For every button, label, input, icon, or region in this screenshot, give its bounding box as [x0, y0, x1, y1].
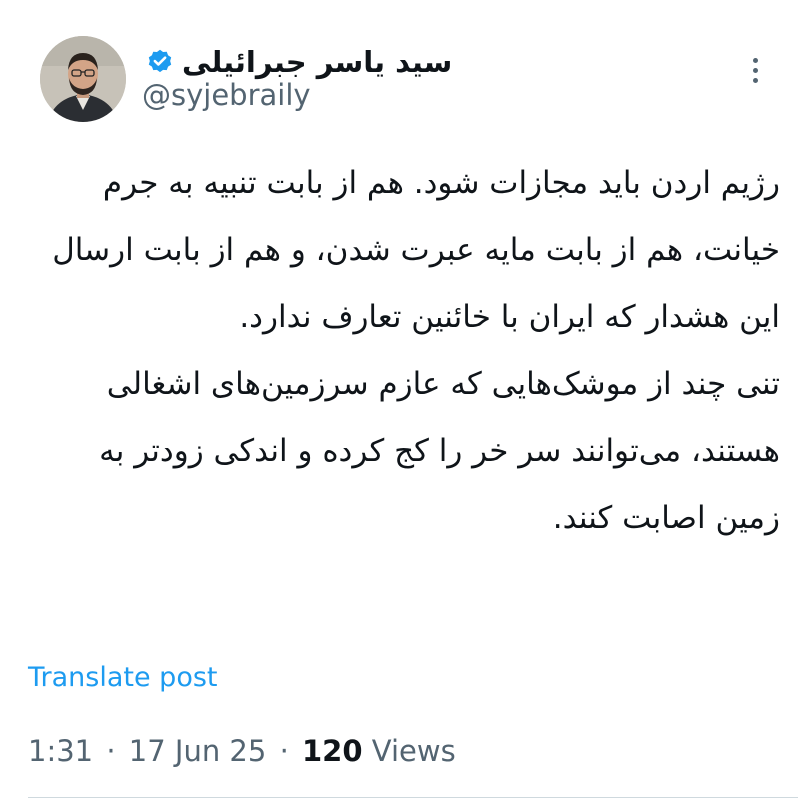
meta-separator: · [106, 734, 116, 768]
post-date[interactable]: 17 Jun 25 [129, 734, 267, 768]
views-label: Views [371, 734, 456, 768]
author-handle[interactable]: @syjebraily [142, 78, 311, 112]
post-time[interactable]: 1:31 [28, 734, 93, 768]
avatar[interactable] [40, 36, 126, 122]
more-dot [752, 57, 758, 63]
divider [28, 797, 798, 798]
translate-post-link[interactable]: Translate post [28, 662, 218, 693]
author-name: سید یاسر جبرائیلی [182, 45, 453, 79]
more-dot [752, 77, 758, 83]
post-meta: 1:31 · 17 Jun 25 · 120 Views [28, 734, 456, 768]
avatar-photo [40, 36, 126, 122]
post-paragraph: رژیم اردن باید مجازات شود. هم از بابت تن… [52, 165, 780, 335]
verified-badge-icon [148, 49, 172, 73]
post-text: رژیم اردن باید مجازات شود. هم از بابت تن… [28, 150, 780, 552]
views-count: 120 [302, 734, 363, 768]
more-options-icon[interactable] [745, 52, 765, 88]
more-dot [752, 67, 758, 73]
meta-separator: · [279, 734, 289, 768]
post-paragraph: تنی چند از موشک‌هایی که عازم سرزمین‌های … [99, 366, 780, 536]
